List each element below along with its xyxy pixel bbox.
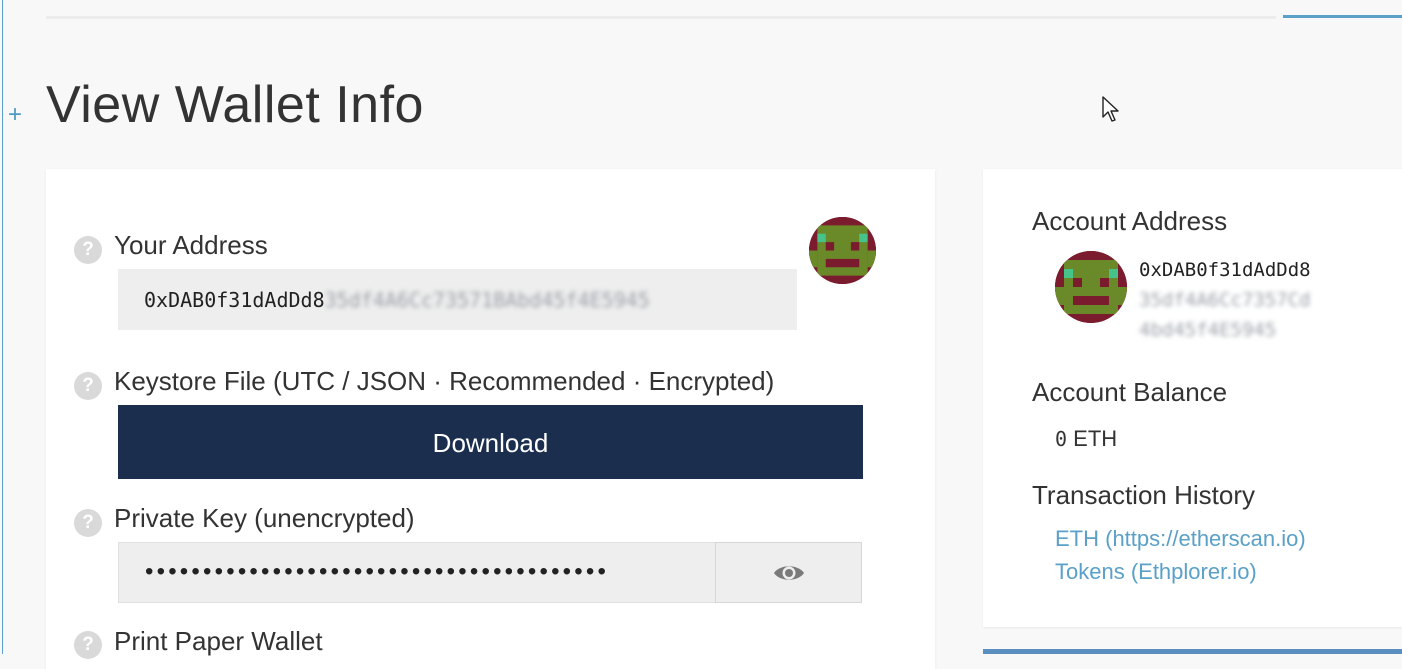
- question-circle-icon[interactable]: ?: [74, 509, 102, 537]
- mouse-pointer-icon: [1102, 96, 1122, 129]
- identicon-avatar: [809, 217, 876, 284]
- print-paper-wallet-label: Print Paper Wallet: [114, 626, 323, 656]
- eye-icon: [774, 566, 804, 580]
- download-button[interactable]: Download: [118, 405, 863, 479]
- plus-icon[interactable]: +: [8, 100, 22, 130]
- account-address-line2: 35df4A6Cc7357Cd: [1139, 289, 1311, 311]
- account-address-label: Account Address: [1032, 206, 1228, 236]
- your-address-label: Your Address: [114, 230, 268, 260]
- balance-number: 0: [1055, 427, 1068, 451]
- question-circle-icon[interactable]: ?: [74, 372, 102, 400]
- account-address-line3: 4bd45f4E5945: [1139, 319, 1277, 341]
- private-key-masked: ••••••••••••••••••••••••••••••••••••••••: [145, 558, 610, 585]
- etherscan-link[interactable]: ETH (https://etherscan.io): [1055, 525, 1306, 553]
- account-balance-label: Account Balance: [1032, 377, 1228, 407]
- identicon-avatar: [1055, 251, 1127, 323]
- account-balance-value: 0 ETH: [1055, 424, 1117, 454]
- account-info-card: Account Address 0xDAB0f31dAdDd8 35df4A6C…: [983, 169, 1402, 627]
- address-visible: 0xDAB0f31dAdDd8: [144, 288, 325, 312]
- left-border: [2, 0, 3, 654]
- balance-unit: ETH: [1073, 426, 1118, 451]
- wallet-info-card: ? Your Address 0xDAB0f31dAdDd835df4A6Cc7…: [46, 169, 935, 669]
- ethplorer-link[interactable]: Tokens (Ethplorer.io): [1055, 558, 1257, 586]
- account-address-line1: 0xDAB0f31dAdDd8: [1139, 259, 1311, 281]
- show-private-key-button[interactable]: [715, 542, 862, 603]
- address-field[interactable]: 0xDAB0f31dAdDd835df4A6Cc73571BAbd45f4E59…: [118, 269, 797, 330]
- account-address-value: 0xDAB0f31dAdDd8 35df4A6Cc7357Cd 4bd45f4E…: [1139, 255, 1311, 345]
- address-blurred: 35df4A6Cc73571BAbd45f4E5945: [324, 288, 650, 312]
- top-divider: [46, 16, 1276, 19]
- keystore-label: Keystore File (UTC / JSON · Recommended …: [114, 366, 775, 396]
- private-key-label: Private Key (unencrypted): [114, 503, 415, 533]
- question-circle-icon[interactable]: ?: [74, 631, 102, 659]
- question-circle-icon[interactable]: ?: [74, 236, 102, 264]
- bottom-accent-bar: [983, 649, 1402, 654]
- page-title: View Wallet Info: [46, 76, 424, 134]
- private-key-field[interactable]: ••••••••••••••••••••••••••••••••••••••••: [118, 542, 715, 603]
- top-accent-bar: [1283, 15, 1402, 18]
- transaction-history-label: Transaction History: [1032, 480, 1255, 510]
